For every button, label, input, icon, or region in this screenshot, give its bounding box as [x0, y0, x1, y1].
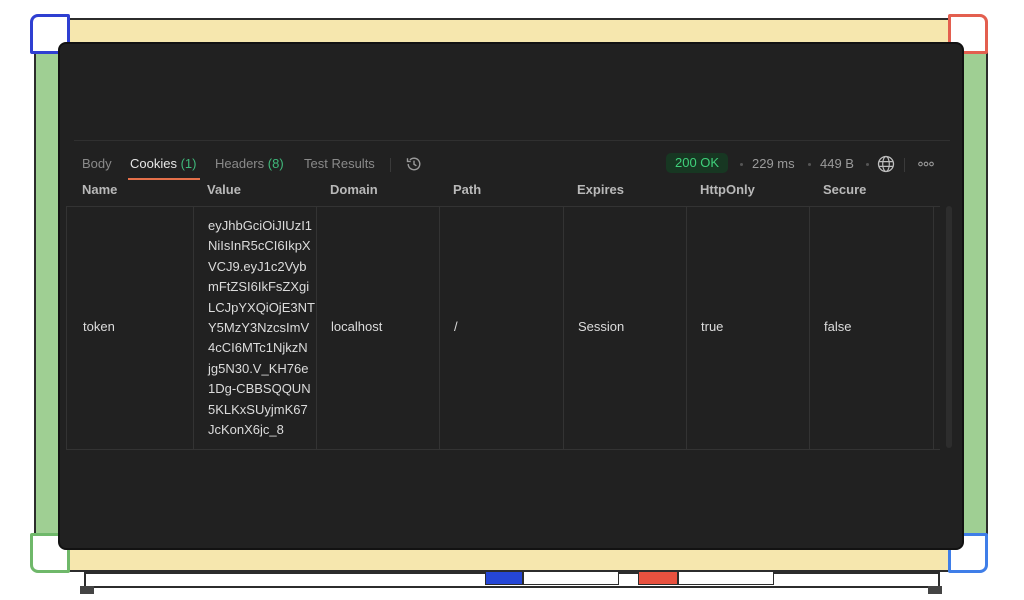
cookie-value-line: eyJhbGciOiJIUzI1: [208, 218, 313, 233]
frame-top-bar: [58, 18, 952, 44]
cookie-value-line: JcKonX6jc_8: [208, 422, 284, 438]
cookie-value-line: Y5MzY3NzcsImV: [208, 320, 310, 336]
history-icon[interactable]: [404, 154, 424, 174]
globe-icon[interactable]: [876, 154, 896, 174]
tray-foot-left: [80, 586, 94, 594]
cookie-secure-cell: false: [824, 319, 852, 334]
column-header-httponly[interactable]: HttpOnly: [700, 182, 755, 197]
column-divider: [563, 207, 564, 449]
cookie-value-line: LCJpYXQiOjE3NT: [208, 299, 315, 315]
cookie-value-line: VCJ9.eyJ1c2Vyb: [208, 258, 307, 274]
cookie-value-line: 1Dg-CBBSQQUN: [208, 381, 311, 397]
column-header-name[interactable]: Name: [82, 182, 117, 197]
response-tabbar: Body Cookies (1) Headers (8) Test Result…: [60, 153, 962, 180]
column-header-path[interactable]: Path: [453, 182, 481, 197]
tab-headers-label: Headers: [215, 156, 265, 171]
toolbar-separator: [904, 158, 905, 172]
tab-test-results-label: Test Results: [304, 156, 375, 171]
cookie-httponly-cell: true: [701, 319, 724, 334]
cookie-value-line: NiIsInR5cCI6IkpX: [208, 238, 311, 254]
cookie-expires-cell: Session: [578, 319, 625, 334]
frame-bottom-bar: [58, 548, 952, 572]
table-scrollbar[interactable]: [946, 206, 952, 448]
tab-test-results[interactable]: Test Results: [304, 156, 375, 171]
tab-headers-count: (8): [267, 156, 284, 171]
cookie-value-cell: eyJhbGciOiJIUzI1 NiIsInR5cCI6IkpX VCJ9.e…: [208, 216, 318, 440]
column-header-value[interactable]: Value: [207, 182, 241, 197]
column-header-domain[interactable]: Domain: [330, 182, 378, 197]
tab-cookies-label: Cookies: [130, 156, 177, 171]
cookie-value-line: 5KLKxSUyjmK67: [208, 401, 308, 417]
cookie-value-line: 4cCI6MTc1NjkzN: [208, 340, 308, 356]
cookies-table: Name Value Domain Path Expires HttpOnly …: [66, 178, 954, 450]
tab-cookies-count: (1): [180, 156, 197, 171]
tab-body[interactable]: Body: [82, 156, 112, 171]
tab-cookies[interactable]: Cookies (1): [130, 156, 196, 171]
meta-dot: [808, 163, 811, 166]
cookie-path-cell: /: [454, 319, 458, 334]
panel-divider: [74, 140, 950, 141]
column-divider: [439, 207, 440, 449]
cookie-domain-cell: localhost: [331, 319, 383, 334]
frame-left-bar: [34, 52, 60, 542]
tab-separator: [390, 158, 391, 172]
meta-dot: [866, 163, 869, 166]
column-divider: [933, 207, 934, 449]
column-divider: [809, 207, 810, 449]
tab-headers[interactable]: Headers (8): [215, 156, 284, 171]
column-header-secure[interactable]: Secure: [823, 182, 866, 197]
blue-marker-cap: [485, 571, 523, 585]
table-header: Name Value Domain Path Expires HttpOnly …: [66, 178, 954, 206]
frame-right-bar: [964, 52, 988, 542]
response-time: 229 ms: [752, 156, 795, 171]
response-size: 449 B: [820, 156, 854, 171]
red-marker-cap: [638, 571, 678, 585]
table-row[interactable]: token eyJhbGciOiJIUzI1 NiIsInR5cCI6IkpX …: [66, 206, 940, 450]
cookie-value-line: jg5N30.V_KH76e: [208, 360, 309, 376]
blue-marker-body: [523, 571, 619, 585]
red-marker-body: [678, 571, 774, 585]
column-header-expires[interactable]: Expires: [577, 182, 624, 197]
cookie-name-cell: token: [83, 319, 115, 334]
column-divider: [193, 207, 194, 449]
meta-dot: [740, 163, 743, 166]
tray-foot-right: [928, 586, 942, 594]
column-divider: [686, 207, 687, 449]
tab-body-label: Body: [82, 156, 112, 171]
cookie-value-line: mFtZSI6IkFsZXgi: [208, 279, 310, 295]
response-panel: Body Cookies (1) Headers (8) Test Result…: [58, 42, 964, 550]
status-badge: 200 OK: [666, 153, 729, 173]
more-icon[interactable]: [916, 154, 936, 174]
